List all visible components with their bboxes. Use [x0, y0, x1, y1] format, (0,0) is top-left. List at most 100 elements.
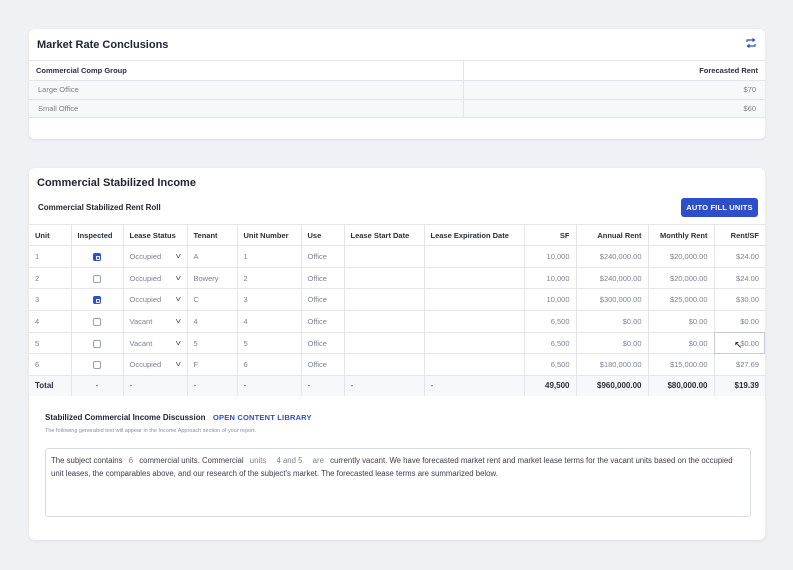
total-dash: -	[186, 375, 238, 396]
tenant-cell[interactable]: 4	[186, 310, 238, 333]
lease-status-select[interactable]: Vacant ˅	[122, 310, 188, 333]
unit-number-cell[interactable]: 1	[236, 245, 302, 268]
monthly-rent-cell[interactable]: $0.00	[647, 331, 715, 355]
annual-rent-cell[interactable]: $240,000.00	[575, 266, 649, 290]
tenant-cell[interactable]: 5	[186, 331, 238, 355]
lease-start-cell[interactable]	[343, 331, 425, 355]
lease-status-select[interactable]: Occupied ˅	[122, 288, 188, 312]
unit-number-cell[interactable]: 6	[236, 353, 302, 377]
unit-cell: 4	[29, 310, 72, 333]
annual-rent-cell[interactable]: $0.00	[575, 310, 649, 333]
annual-rent-cell[interactable]: $240,000.00	[575, 245, 649, 268]
lease-start-cell[interactable]	[343, 310, 425, 333]
units-token[interactable]: units	[246, 456, 270, 465]
use-cell[interactable]: Office	[300, 331, 345, 355]
unit-number-cell[interactable]: 2	[236, 266, 302, 290]
open-content-library-link[interactable]: OPEN CONTENT LIBRARY	[213, 413, 312, 422]
unit-number-cell[interactable]: 5	[236, 331, 302, 355]
lease-status-dropdown[interactable]: Occupied ˅	[130, 295, 182, 304]
discussion-textarea[interactable]: The subject contains 6 commercial units.…	[45, 448, 751, 517]
chevron-down-icon[interactable]: ˅	[175, 360, 181, 369]
chevron-down-icon[interactable]: ˅	[175, 339, 181, 348]
inspected-checkbox[interactable]	[93, 361, 101, 370]
chevron-down-icon[interactable]: ˅	[175, 295, 181, 304]
lease-status-select[interactable]: Occupied ˅	[122, 266, 188, 290]
table-row: 5 Vacant ˅ 5 5 Office 6,500 $0.00 $0.00 $0.00	[29, 331, 765, 355]
vacant-units-token[interactable]: 4 and 5	[272, 456, 306, 465]
use-cell[interactable]: Office	[300, 245, 345, 268]
table-row: 4 Vacant ˅ 4 4 Office 6,500 $0.00 $0.00 $0.00	[29, 310, 765, 333]
refresh-icon[interactable]	[745, 37, 757, 49]
verb-token[interactable]: are	[309, 456, 328, 465]
lease-expiration-cell[interactable]	[423, 245, 525, 268]
rent-sf-cell[interactable]: $30.00	[713, 288, 765, 312]
rent-roll-table: Unit Inspected Lease Status Tenant Unit …	[29, 224, 765, 396]
lease-expiration-cell[interactable]	[423, 353, 525, 377]
unit-count-token[interactable]: 6	[125, 456, 137, 465]
discussion-text: The subject contains	[51, 456, 123, 465]
column-header-annual-rent: Annual Rent	[575, 224, 649, 246]
inspected-checkbox[interactable]	[93, 317, 101, 326]
inspected-cell[interactable]	[70, 245, 124, 268]
rent-roll-subtitle: Commercial Stabilized Rent Roll	[38, 203, 161, 212]
inspected-checkbox[interactable]	[93, 274, 101, 283]
annual-rent-cell[interactable]: $180,000.00	[575, 353, 649, 377]
table-header-row: Unit Inspected Lease Status Tenant Unit …	[29, 224, 765, 246]
inspected-cell[interactable]	[70, 310, 124, 333]
tenant-cell[interactable]: A	[186, 245, 238, 268]
chevron-down-icon[interactable]: ˅	[175, 317, 181, 326]
use-cell[interactable]: Office	[300, 266, 345, 290]
monthly-rent-cell[interactable]: $20,000.00	[647, 245, 715, 268]
use-cell[interactable]: Office	[300, 353, 345, 377]
lease-status-select[interactable]: Occupied ˅	[122, 353, 188, 377]
unit-number-cell[interactable]: 3	[236, 288, 302, 312]
annual-rent-cell[interactable]: $0.00	[575, 331, 649, 355]
lease-status-select[interactable]: Vacant ˅	[122, 331, 188, 355]
lease-expiration-cell[interactable]	[423, 266, 525, 290]
inspected-checkbox[interactable]	[93, 296, 101, 305]
tenant-cell[interactable]: C	[186, 288, 238, 312]
use-cell[interactable]: Office	[300, 288, 345, 312]
lease-expiration-cell[interactable]	[423, 310, 525, 333]
chevron-down-icon[interactable]: ˅	[175, 252, 181, 261]
column-header-forecasted-rent: Forecasted Rent	[463, 60, 765, 81]
use-cell[interactable]: Office	[300, 310, 345, 333]
inspected-cell[interactable]	[70, 266, 124, 290]
lease-start-cell[interactable]	[343, 245, 425, 268]
chevron-down-icon[interactable]: ˅	[175, 274, 181, 283]
monthly-rent-cell[interactable]: $0.00	[647, 310, 715, 333]
lease-start-cell[interactable]	[343, 288, 425, 312]
lease-status-dropdown[interactable]: Occupied ˅	[130, 274, 182, 283]
inspected-cell[interactable]	[70, 331, 124, 355]
lease-expiration-cell[interactable]	[423, 288, 525, 312]
lease-status-select[interactable]: Occupied ˅	[122, 245, 188, 268]
lease-status-dropdown[interactable]: Occupied ˅	[130, 360, 182, 369]
comp-group-cell: Small Office	[29, 99, 464, 118]
lease-status-dropdown[interactable]: Vacant ˅	[130, 339, 182, 348]
tenant-cell[interactable]: Bowery	[186, 266, 238, 290]
monthly-rent-cell[interactable]: $25,000.00	[647, 288, 715, 312]
rent-sf-cell[interactable]: $24.00	[713, 245, 765, 268]
lease-expiration-cell[interactable]	[423, 331, 525, 355]
rent-sf-cell[interactable]: $24.00	[713, 266, 765, 290]
lease-start-cell[interactable]	[343, 266, 425, 290]
rent-sf-cell[interactable]: $27.69	[713, 353, 765, 377]
lease-status-dropdown[interactable]: Vacant ˅	[130, 317, 182, 326]
lease-status-dropdown[interactable]: Occupied ˅	[130, 252, 182, 261]
unit-number-cell[interactable]: 4	[236, 310, 302, 333]
forecasted-rent-cell[interactable]: $60	[463, 99, 765, 118]
inspected-cell[interactable]	[70, 353, 124, 377]
monthly-rent-cell[interactable]: $15,000.00	[647, 353, 715, 377]
inspected-checkbox[interactable]	[93, 252, 101, 261]
tenant-cell[interactable]: F	[186, 353, 238, 377]
column-header-unit: Unit	[29, 224, 72, 246]
lease-start-cell[interactable]	[343, 353, 425, 377]
rent-sf-cell[interactable]: $0.00	[713, 310, 765, 333]
inspected-cell[interactable]	[70, 288, 124, 312]
auto-fill-units-button[interactable]: AUTO FILL UNITS	[681, 198, 758, 217]
inspected-checkbox[interactable]	[93, 339, 101, 348]
monthly-rent-cell[interactable]: $20,000.00	[647, 266, 715, 290]
annual-rent-cell[interactable]: $300,000.00	[575, 288, 649, 312]
column-header-tenant: Tenant	[186, 224, 238, 246]
forecasted-rent-cell[interactable]: $70	[463, 80, 765, 100]
